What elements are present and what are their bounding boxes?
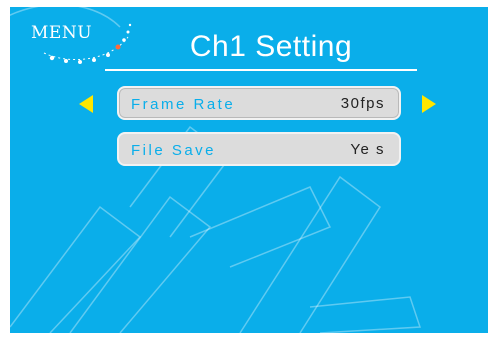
setting-label: Frame Rate (131, 96, 236, 113)
triangle-left-arrow-icon[interactable] (79, 95, 93, 113)
osd-screen: MENU Ch1 Setting Frame Rate 30fps File S… (10, 7, 488, 333)
setting-row-file-save[interactable]: File Save Ye s (117, 132, 401, 166)
setting-value: Ye s (350, 141, 385, 158)
setting-value: 30fps (340, 95, 385, 112)
title-divider (105, 69, 417, 71)
setting-row-frame-rate[interactable]: Frame Rate 30fps (117, 86, 401, 120)
setting-label: File Save (131, 142, 217, 159)
triangle-right-arrow-icon[interactable] (422, 95, 436, 113)
page-title: Ch1 Setting (189, 30, 353, 63)
menu-logo-text: MENU (31, 23, 93, 43)
